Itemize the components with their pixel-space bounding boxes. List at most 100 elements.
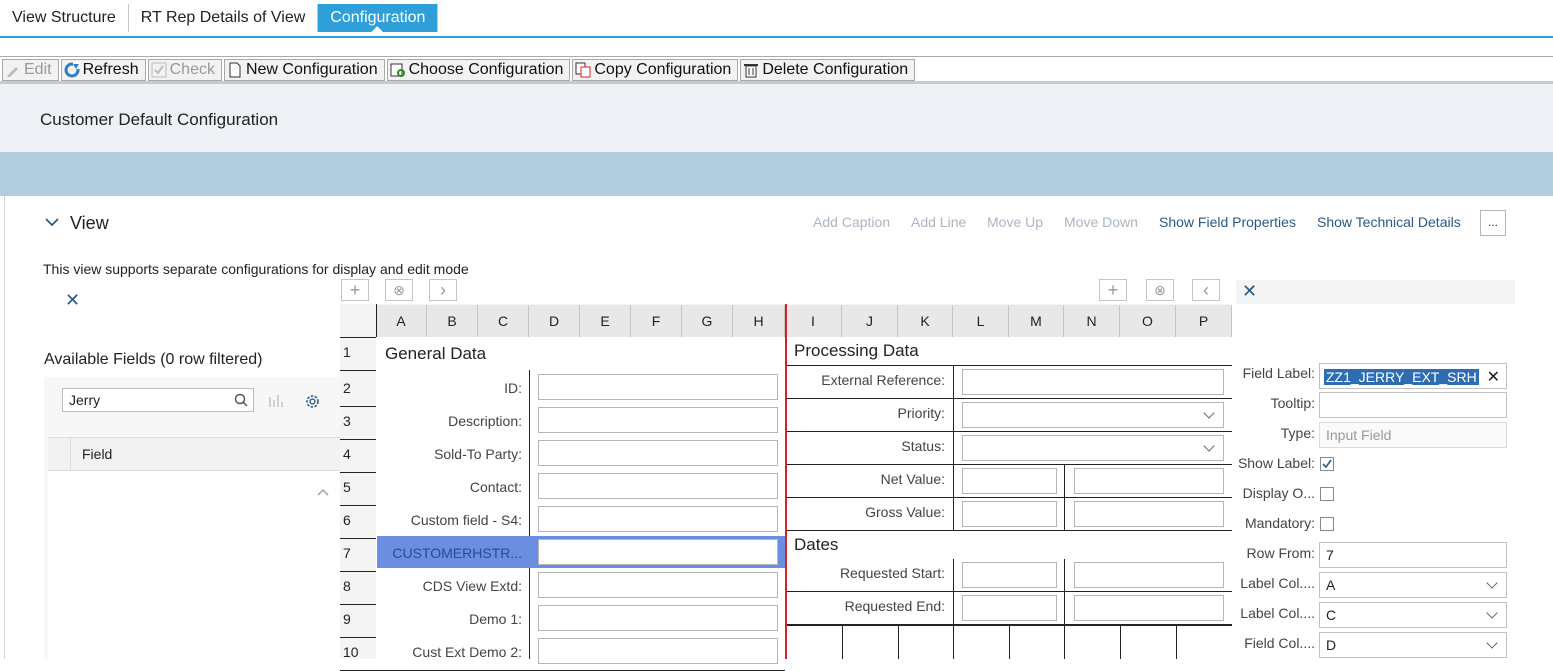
- section-processing-data[interactable]: Processing Data: [794, 341, 919, 361]
- field-input[interactable]: [538, 440, 778, 466]
- clear-icon[interactable]: ✕: [1487, 369, 1500, 386]
- date-input[interactable]: [962, 562, 1057, 588]
- field-select[interactable]: [962, 402, 1224, 428]
- row-number[interactable]: 6: [343, 512, 351, 528]
- row-number[interactable]: 1: [343, 344, 351, 360]
- chevron-down-icon[interactable]: [44, 214, 60, 230]
- column-header-o[interactable]: O: [1120, 305, 1176, 337]
- row-number[interactable]: 5: [343, 479, 351, 495]
- date-input[interactable]: [1074, 562, 1224, 588]
- field-input[interactable]: [538, 374, 778, 400]
- section-general-data[interactable]: General Data: [385, 344, 486, 364]
- column-header-g[interactable]: G: [682, 305, 733, 337]
- column-header-i[interactable]: I: [785, 305, 842, 337]
- field-label[interactable]: Sold-To Party:: [380, 446, 522, 462]
- field-input[interactable]: [538, 638, 778, 664]
- edit-button[interactable]: Edit: [2, 59, 59, 81]
- field-label[interactable]: Description:: [380, 413, 522, 429]
- field-label[interactable]: ID:: [380, 380, 522, 396]
- check-button[interactable]: Check: [147, 59, 222, 81]
- column-header-b[interactable]: B: [427, 305, 478, 337]
- field-label[interactable]: External Reference:: [790, 372, 945, 388]
- scroll-up-icon[interactable]: [316, 487, 330, 497]
- delete-configuration-button[interactable]: Delete Configuration: [740, 59, 916, 81]
- section-dates[interactable]: Dates: [794, 535, 838, 555]
- add-row-button[interactable]: +: [341, 279, 369, 301]
- tab-rt-rep-details[interactable]: RT Rep Details of View: [129, 4, 319, 32]
- column-header-h[interactable]: H: [733, 305, 785, 337]
- close-properties-icon[interactable]: ✕: [1242, 281, 1257, 302]
- next-button[interactable]: ›: [429, 279, 457, 301]
- date-input[interactable]: [962, 595, 1057, 621]
- label-col-from-select[interactable]: A: [1319, 572, 1507, 598]
- field-label[interactable]: Status:: [790, 438, 945, 454]
- field-input[interactable]: [538, 473, 778, 499]
- column-header-l[interactable]: L: [953, 305, 1009, 337]
- column-header-d[interactable]: D: [529, 305, 580, 337]
- remove-button[interactable]: ⊗: [385, 279, 413, 301]
- sort-icon[interactable]: [268, 394, 284, 408]
- field-label[interactable]: Contact:: [380, 479, 522, 495]
- field-label[interactable]: Requested Start:: [790, 565, 945, 581]
- display-only-checkbox[interactable]: [1320, 487, 1334, 501]
- field-label-input[interactable]: ZZ1_JERRY_EXT_SRH ✕: [1319, 363, 1507, 389]
- field-label[interactable]: CDS View Extd:: [380, 578, 522, 594]
- column-header-k[interactable]: K: [898, 305, 953, 337]
- add-caption-button[interactable]: Add Caption: [813, 214, 890, 230]
- choose-configuration-button[interactable]: Choose Configuration: [386, 59, 571, 81]
- row-number[interactable]: 7: [343, 545, 351, 561]
- row-number[interactable]: 9: [343, 611, 351, 627]
- move-up-button[interactable]: Move Up: [987, 214, 1043, 230]
- gear-icon[interactable]: [304, 393, 321, 410]
- field-label[interactable]: Gross Value:: [790, 504, 945, 520]
- field-input[interactable]: [538, 572, 778, 598]
- search-icon[interactable]: [234, 393, 248, 407]
- column-header-j[interactable]: J: [842, 305, 898, 337]
- remove-right-button[interactable]: ⊗: [1146, 279, 1174, 301]
- field-label[interactable]: CUSTOMERHSTR...: [380, 545, 522, 561]
- field-label[interactable]: Requested End:: [790, 598, 945, 614]
- show-field-properties-button[interactable]: Show Field Properties: [1159, 214, 1296, 230]
- previous-button[interactable]: ‹: [1192, 279, 1220, 301]
- row-number[interactable]: 2: [343, 380, 351, 396]
- label-col-to-select[interactable]: C: [1319, 602, 1507, 628]
- field-input[interactable]: [538, 605, 778, 631]
- column-header-a[interactable]: A: [376, 305, 427, 337]
- field-input[interactable]: [1074, 501, 1224, 527]
- date-input[interactable]: [1074, 595, 1224, 621]
- more-button[interactable]: ...: [1480, 210, 1506, 236]
- field-column-label[interactable]: Field: [82, 446, 112, 462]
- column-header-p[interactable]: P: [1176, 305, 1232, 337]
- field-input[interactable]: [962, 369, 1224, 395]
- column-header-m[interactable]: M: [1009, 305, 1064, 337]
- tab-configuration[interactable]: Configuration: [318, 4, 439, 32]
- column-header-n[interactable]: N: [1064, 305, 1120, 337]
- add-line-button[interactable]: Add Line: [911, 214, 966, 230]
- new-configuration-button[interactable]: New Configuration: [223, 59, 385, 81]
- copy-configuration-button[interactable]: Copy Configuration: [572, 59, 739, 81]
- field-input[interactable]: [538, 407, 778, 433]
- add-row-right-button[interactable]: +: [1099, 279, 1127, 301]
- show-technical-details-button[interactable]: Show Technical Details: [1317, 214, 1461, 230]
- field-label[interactable]: Cust Ext Demo 2:: [380, 644, 522, 660]
- row-number[interactable]: 10: [343, 644, 359, 660]
- row-number[interactable]: 8: [343, 578, 351, 594]
- field-input[interactable]: [1074, 468, 1224, 494]
- field-label[interactable]: Net Value:: [790, 471, 945, 487]
- field-label[interactable]: Demo 1:: [380, 611, 522, 627]
- show-label-checkbox[interactable]: [1320, 457, 1334, 471]
- field-label[interactable]: Priority:: [790, 405, 945, 421]
- field-label[interactable]: Custom field - S4:: [380, 512, 522, 528]
- search-input[interactable]: Jerry: [62, 388, 254, 412]
- row-number[interactable]: 4: [343, 446, 351, 462]
- close-icon[interactable]: ✕: [65, 290, 80, 311]
- tooltip-input[interactable]: [1319, 392, 1507, 418]
- field-select[interactable]: [962, 435, 1224, 461]
- field-input[interactable]: [962, 468, 1057, 494]
- field-input[interactable]: [962, 501, 1057, 527]
- column-header-f[interactable]: F: [631, 305, 682, 337]
- refresh-button[interactable]: Refresh: [60, 59, 146, 81]
- tab-view-structure[interactable]: View Structure: [0, 4, 129, 32]
- field-input[interactable]: [538, 506, 778, 532]
- column-header-c[interactable]: C: [478, 305, 529, 337]
